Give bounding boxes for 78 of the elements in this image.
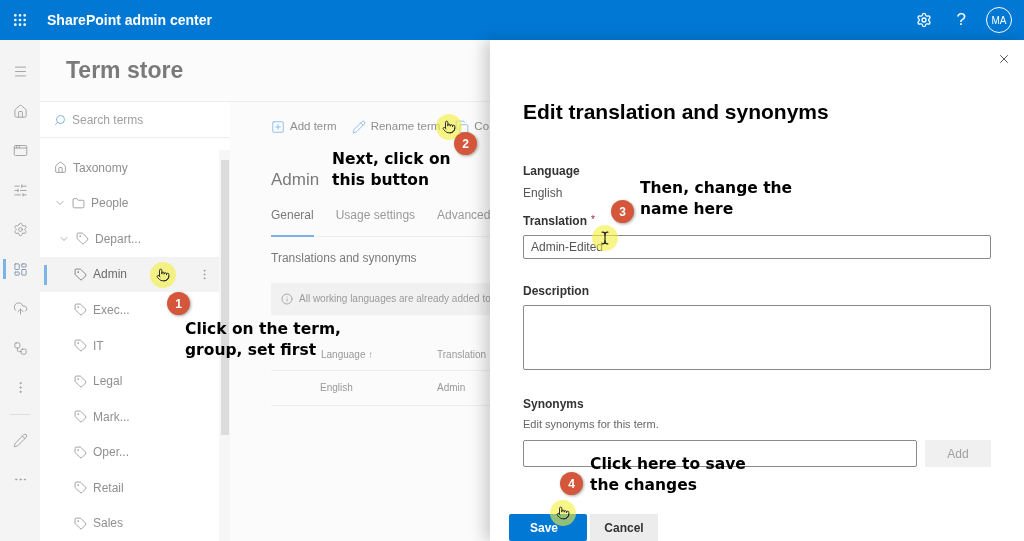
translation-field[interactable]: Admin-Edited	[523, 234, 991, 260]
hint-text: Edit synonyms for this term.	[523, 416, 660, 432]
annotation-text: the changes	[590, 475, 697, 496]
tag-icon	[74, 267, 87, 281]
nodes-icon[interactable]	[12, 340, 28, 356]
help-button[interactable]: ?	[956, 7, 966, 33]
app-launcher-icon[interactable]	[12, 12, 28, 28]
tree-item[interactable]: Legal	[93, 372, 123, 391]
annotation-text: Click on the term,	[185, 319, 341, 340]
close-icon[interactable]	[997, 52, 1011, 66]
page-title: Term store	[66, 56, 184, 86]
tag-icon	[74, 445, 87, 459]
tag-icon	[76, 232, 89, 246]
info-icon	[281, 292, 293, 305]
synonym-field[interactable]	[523, 440, 917, 467]
folder-icon	[72, 196, 85, 210]
description-field[interactable]	[523, 305, 991, 370]
annotation-text: Next, click on	[332, 149, 451, 170]
column-header[interactable]: Translation	[437, 348, 487, 360]
tree-item[interactable]: Oper...	[93, 443, 130, 462]
copy-icon	[455, 120, 470, 134]
tree-item[interactable]: Sales	[93, 514, 124, 533]
annotation-text: group, set first	[185, 340, 317, 361]
search-icon	[54, 113, 66, 126]
table-cell: English	[320, 382, 353, 393]
field-label: Translation	[523, 212, 587, 230]
field-label: Synonyms	[523, 395, 585, 413]
tree-item[interactable]: Mark...	[93, 407, 130, 426]
required-mark: *	[591, 212, 595, 227]
home-icon[interactable]	[12, 103, 28, 119]
toolbar-button[interactable]: Co	[474, 118, 490, 136]
tag-icon	[74, 481, 87, 495]
tree-item[interactable]: IT	[93, 336, 104, 355]
add-icon	[271, 120, 285, 134]
language-value: English	[523, 184, 563, 202]
selection-bar	[44, 264, 47, 285]
info-message: All working languages are already added to	[299, 292, 490, 306]
tree-item[interactable]: Exec...	[93, 300, 130, 319]
pencil-icon	[351, 120, 366, 134]
field-label: Description	[523, 283, 590, 301]
tag-icon	[74, 303, 87, 317]
annotation-text: Then, change the	[640, 178, 793, 199]
tag-icon	[74, 516, 87, 530]
tab[interactable]: General	[271, 203, 314, 237]
annotation-text: Click here to save	[590, 454, 746, 475]
tree-item[interactable]: Depart...	[95, 229, 142, 248]
term-title: Admin	[271, 170, 320, 189]
tag-icon	[74, 339, 87, 352]
menu-icon[interactable]	[12, 64, 28, 80]
window-icon[interactable]	[12, 143, 28, 159]
save-button[interactable]: Save	[509, 514, 587, 541]
tree-item[interactable]: Retail	[93, 478, 124, 497]
pencil-icon[interactable]	[12, 432, 28, 448]
hand-pointer-icon	[556, 506, 570, 520]
column-header[interactable]: Language ↑	[321, 348, 374, 360]
app-title: SharePoint admin center	[47, 10, 212, 30]
dashboard-icon[interactable]	[12, 261, 28, 277]
annotation-text: this button	[332, 170, 429, 191]
tree-item[interactable]: Taxonomy	[73, 158, 128, 177]
hand-pointer-icon	[156, 268, 170, 282]
search-field[interactable]: Search terms	[40, 102, 230, 138]
tree-item[interactable]: Admin	[93, 265, 127, 284]
section-title: Translations and synonyms	[271, 249, 418, 267]
toolbar-button[interactable]: Add term	[290, 118, 337, 136]
panel-title: Edit translation and synonyms	[523, 99, 830, 125]
sliders-icon[interactable]	[12, 182, 28, 198]
tree-item[interactable]: People	[91, 194, 129, 213]
hand-pointer-icon	[442, 120, 456, 134]
cloud-upload-icon[interactable]	[12, 301, 28, 317]
tag-icon	[74, 374, 87, 388]
tab[interactable]: Usage settings	[335, 203, 416, 237]
tag-icon	[74, 410, 87, 424]
table-cell: Admin	[437, 382, 466, 393]
field-label: Language	[523, 162, 581, 180]
home-icon	[54, 161, 67, 175]
cancel-button[interactable]: Cancel	[590, 514, 658, 541]
annotation-text: name here	[640, 199, 734, 220]
tab[interactable]: Advanced	[437, 203, 490, 237]
